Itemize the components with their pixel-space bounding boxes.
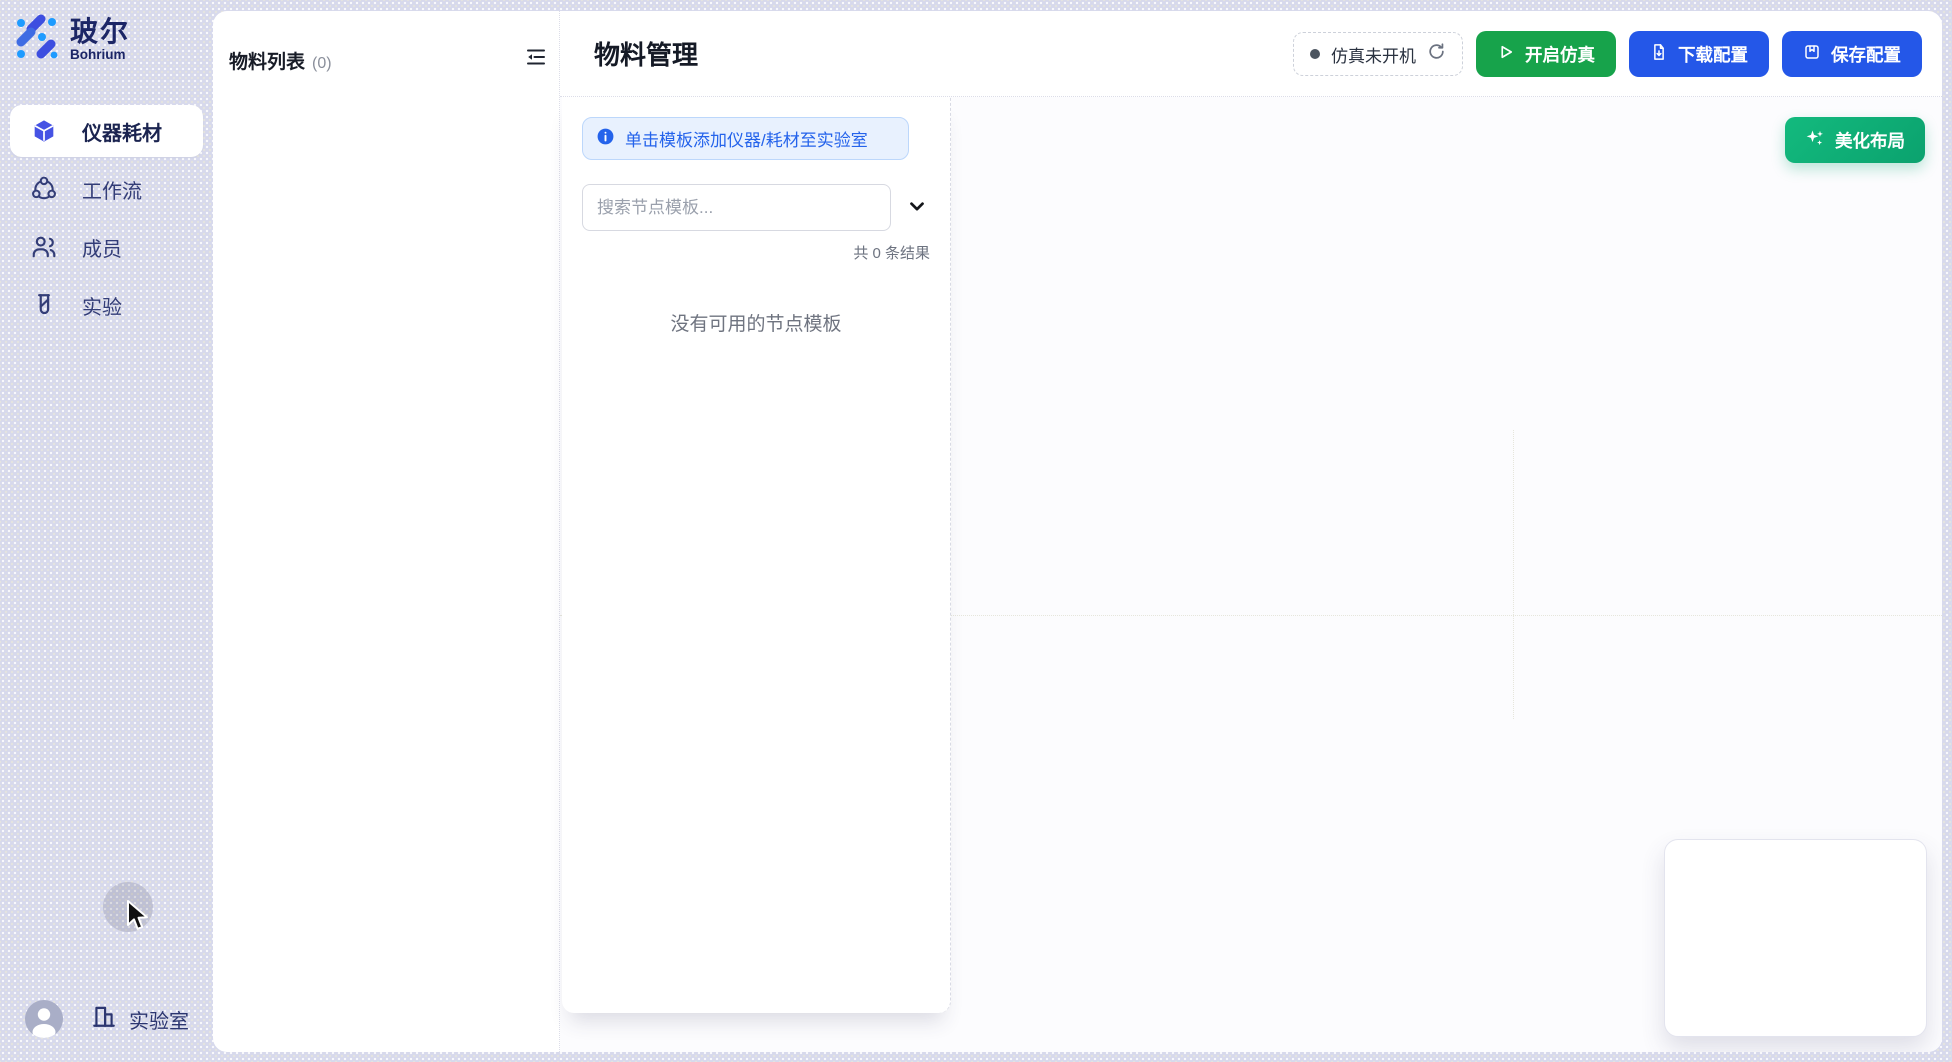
sidebar-item-label: 成员: [82, 233, 122, 262]
lab-label: 实验室: [129, 1005, 189, 1034]
main-header: 物料管理 仿真未开机: [560, 11, 1942, 97]
workflow-icon: [31, 176, 57, 202]
sidebar-item-members[interactable]: 成员: [10, 221, 203, 273]
layout-canvas[interactable]: 单击模板添加仪器/耗材至实验室 共 0 条结果 没有可用的节点模板: [560, 97, 1942, 1052]
start-simulation-button[interactable]: 开启仿真: [1476, 31, 1616, 77]
sidebar-footer: 实验室: [0, 1000, 213, 1038]
materials-list-count: (0): [312, 55, 332, 73]
app-root: 玻尔 Bohrium 仪器耗材: [0, 0, 1952, 1062]
canvas-guide-vertical: [1513, 430, 1514, 719]
sidebar-item-workflow[interactable]: 工作流: [10, 163, 203, 215]
play-icon: [1497, 43, 1515, 66]
status-dot-icon: [1310, 49, 1320, 59]
lab-link[interactable]: 实验室: [91, 1003, 189, 1035]
template-hint-text: 单击模板添加仪器/耗材至实验室: [625, 126, 868, 151]
materials-list-title: 物料列表: [229, 47, 305, 74]
minimap[interactable]: [1664, 839, 1927, 1037]
main-panel: 物料管理 仿真未开机: [560, 11, 1942, 1052]
save-config-button[interactable]: 保存配置: [1782, 31, 1922, 77]
bohrium-logo-icon: [14, 14, 60, 65]
brand-name-en: Bohrium: [70, 48, 130, 62]
sparkles-icon: [1805, 128, 1825, 153]
building-icon: [91, 1003, 117, 1035]
sidebar-item-label: 工作流: [82, 175, 142, 204]
materials-list-panel: 物料列表 (0): [213, 11, 560, 1052]
file-download-icon: [1650, 43, 1668, 66]
template-search-input[interactable]: [582, 184, 891, 231]
download-config-button[interactable]: 下载配置: [1629, 31, 1769, 77]
page-title: 物料管理: [594, 35, 698, 72]
save-icon: [1803, 43, 1821, 66]
users-icon: [31, 234, 57, 260]
sidebar-item-label: 仪器耗材: [82, 117, 162, 146]
sidebar-item-label: 实验: [82, 291, 122, 320]
app-window: 物料列表 (0) 物料管理 仿真未: [213, 11, 1942, 1052]
brand: 玻尔 Bohrium: [14, 14, 130, 65]
beautify-layout-button[interactable]: 美化布局: [1785, 117, 1925, 163]
empty-templates-message: 没有可用的节点模板: [582, 309, 930, 336]
template-hint: 单击模板添加仪器/耗材至实验室: [582, 117, 909, 160]
info-icon: [596, 127, 615, 151]
template-panel: 单击模板添加仪器/耗材至实验室 共 0 条结果 没有可用的节点模板: [562, 97, 951, 1013]
cube-icon: [31, 118, 57, 144]
sidebar-item-instruments[interactable]: 仪器耗材: [10, 105, 203, 157]
collapse-panel-icon[interactable]: [524, 45, 548, 69]
sidebar-item-experiments[interactable]: 实验: [10, 279, 203, 331]
mouse-cursor: [125, 899, 151, 938]
sidebar-nav: 仪器耗材 工作流: [0, 105, 213, 337]
test-tube-icon: [31, 292, 57, 318]
simulation-status-pill: 仿真未开机: [1293, 32, 1463, 76]
chevron-down-icon[interactable]: [904, 195, 930, 221]
status-label: 仿真未开机: [1331, 42, 1416, 67]
brand-name-zh: 玻尔: [70, 17, 130, 46]
result-count: 共 0 条结果: [582, 242, 930, 263]
refresh-icon[interactable]: [1427, 42, 1446, 66]
avatar[interactable]: [25, 1000, 63, 1038]
